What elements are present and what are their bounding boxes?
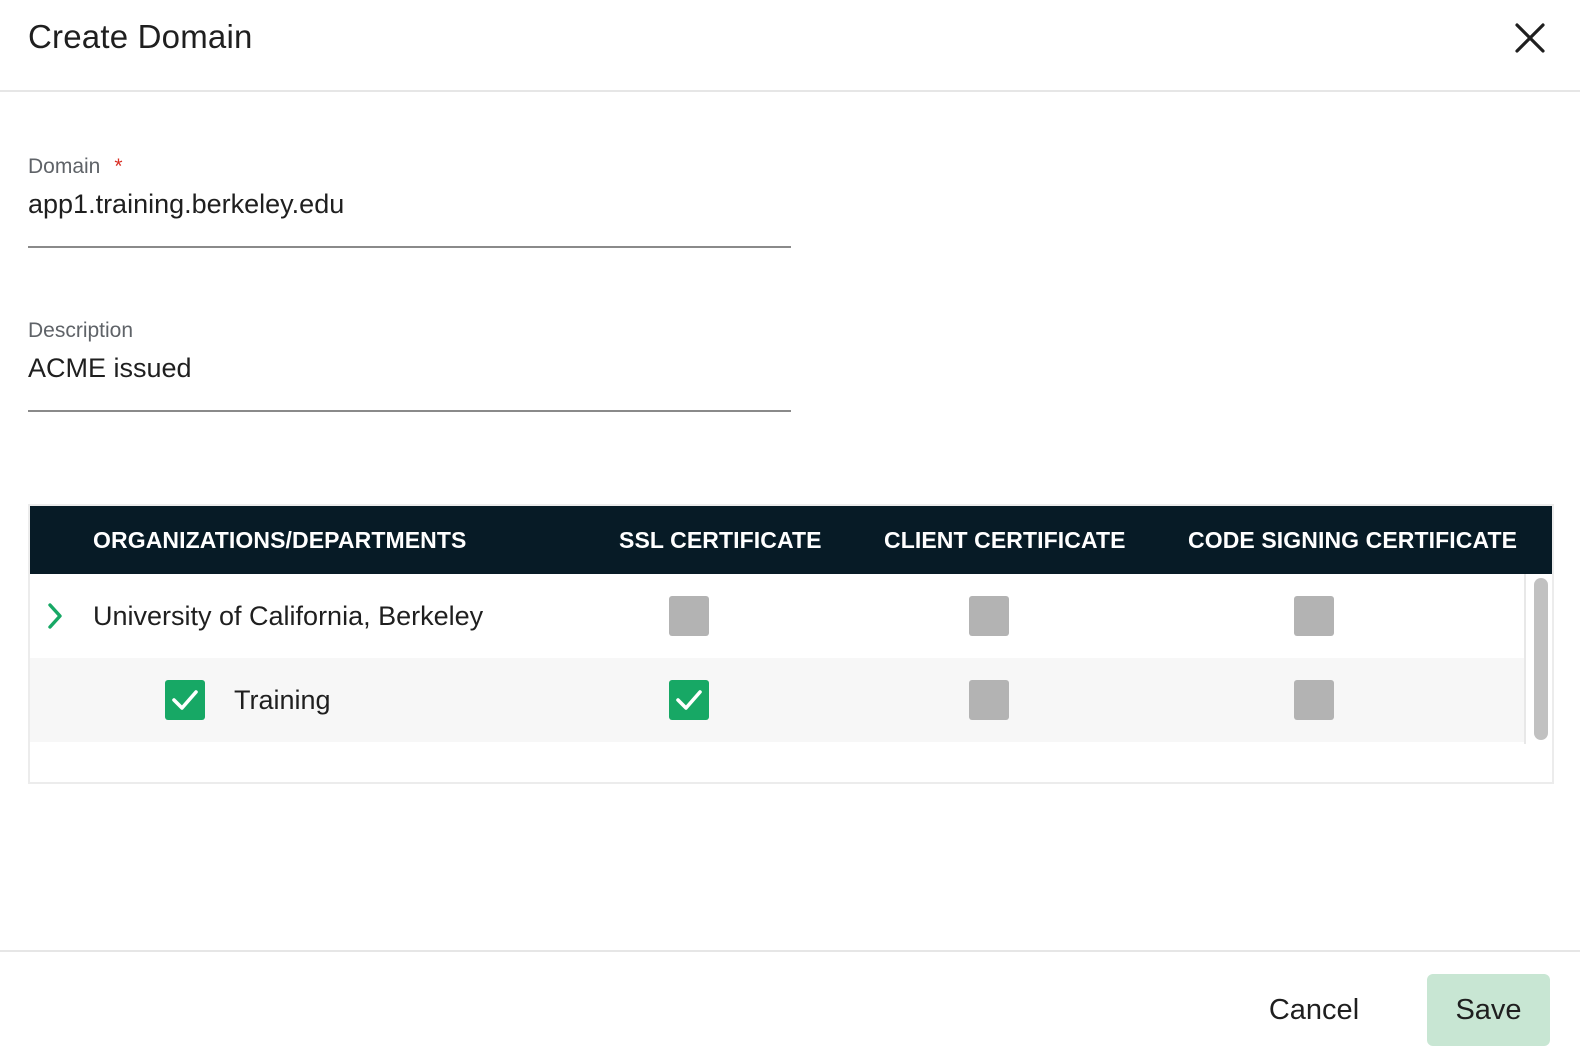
- dialog-header: Create Domain: [0, 0, 1580, 92]
- description-field: Description: [28, 316, 791, 412]
- chevron-right-glyph: [48, 603, 62, 629]
- required-mark: *: [114, 155, 123, 178]
- dialog-footer: Cancel Save: [0, 950, 1580, 1062]
- header-ssl-certificate: SSL CERTIFICATE: [619, 527, 822, 553]
- domain-input[interactable]: [28, 184, 791, 248]
- table-scrollbar[interactable]: [1524, 574, 1552, 744]
- select-department-checkbox[interactable]: [165, 680, 205, 720]
- table-row: Training: [30, 658, 1524, 742]
- code-signing-checkbox[interactable]: [1294, 680, 1334, 720]
- chevron-right-icon[interactable]: [44, 602, 66, 630]
- check-icon: [172, 690, 198, 710]
- domain-field: Domain *: [28, 152, 791, 248]
- domain-label-text: Domain: [28, 155, 101, 178]
- client-checkbox[interactable]: [969, 596, 1009, 636]
- description-input[interactable]: [28, 348, 791, 412]
- scrollbar-thumb[interactable]: [1534, 578, 1548, 740]
- code-signing-checkbox[interactable]: [1294, 596, 1334, 636]
- close-icon-glyph: [1515, 23, 1545, 53]
- create-domain-dialog: Create Domain Domain * Description ORGANI…: [0, 0, 1580, 1062]
- client-checkbox[interactable]: [969, 680, 1009, 720]
- header-client-certificate: CLIENT CERTIFICATE: [884, 527, 1126, 553]
- header-organizations: ORGANIZATIONS/DEPARTMENTS: [93, 527, 467, 553]
- ssl-checkbox[interactable]: [669, 596, 709, 636]
- org-name: University of California, Berkeley: [93, 601, 484, 631]
- organizations-table: ORGANIZATIONS/DEPARTMENTS SSL CERTIFICAT…: [28, 504, 1554, 784]
- cancel-button[interactable]: Cancel: [1250, 974, 1378, 1046]
- save-button[interactable]: Save: [1427, 974, 1550, 1046]
- ssl-checkbox[interactable]: [669, 680, 709, 720]
- check-icon: [676, 690, 702, 710]
- close-icon[interactable]: [1508, 16, 1552, 60]
- description-label: Description: [28, 319, 134, 342]
- table-row: University of California, Berkeley: [30, 574, 1524, 658]
- department-name: Training: [234, 685, 331, 715]
- table-header: ORGANIZATIONS/DEPARTMENTS SSL CERTIFICAT…: [30, 506, 1552, 574]
- header-code-signing-certificate: CODE SIGNING CERTIFICATE: [1188, 527, 1518, 553]
- domain-label: Domain *: [28, 152, 791, 182]
- dialog-title: Create Domain: [28, 18, 253, 55]
